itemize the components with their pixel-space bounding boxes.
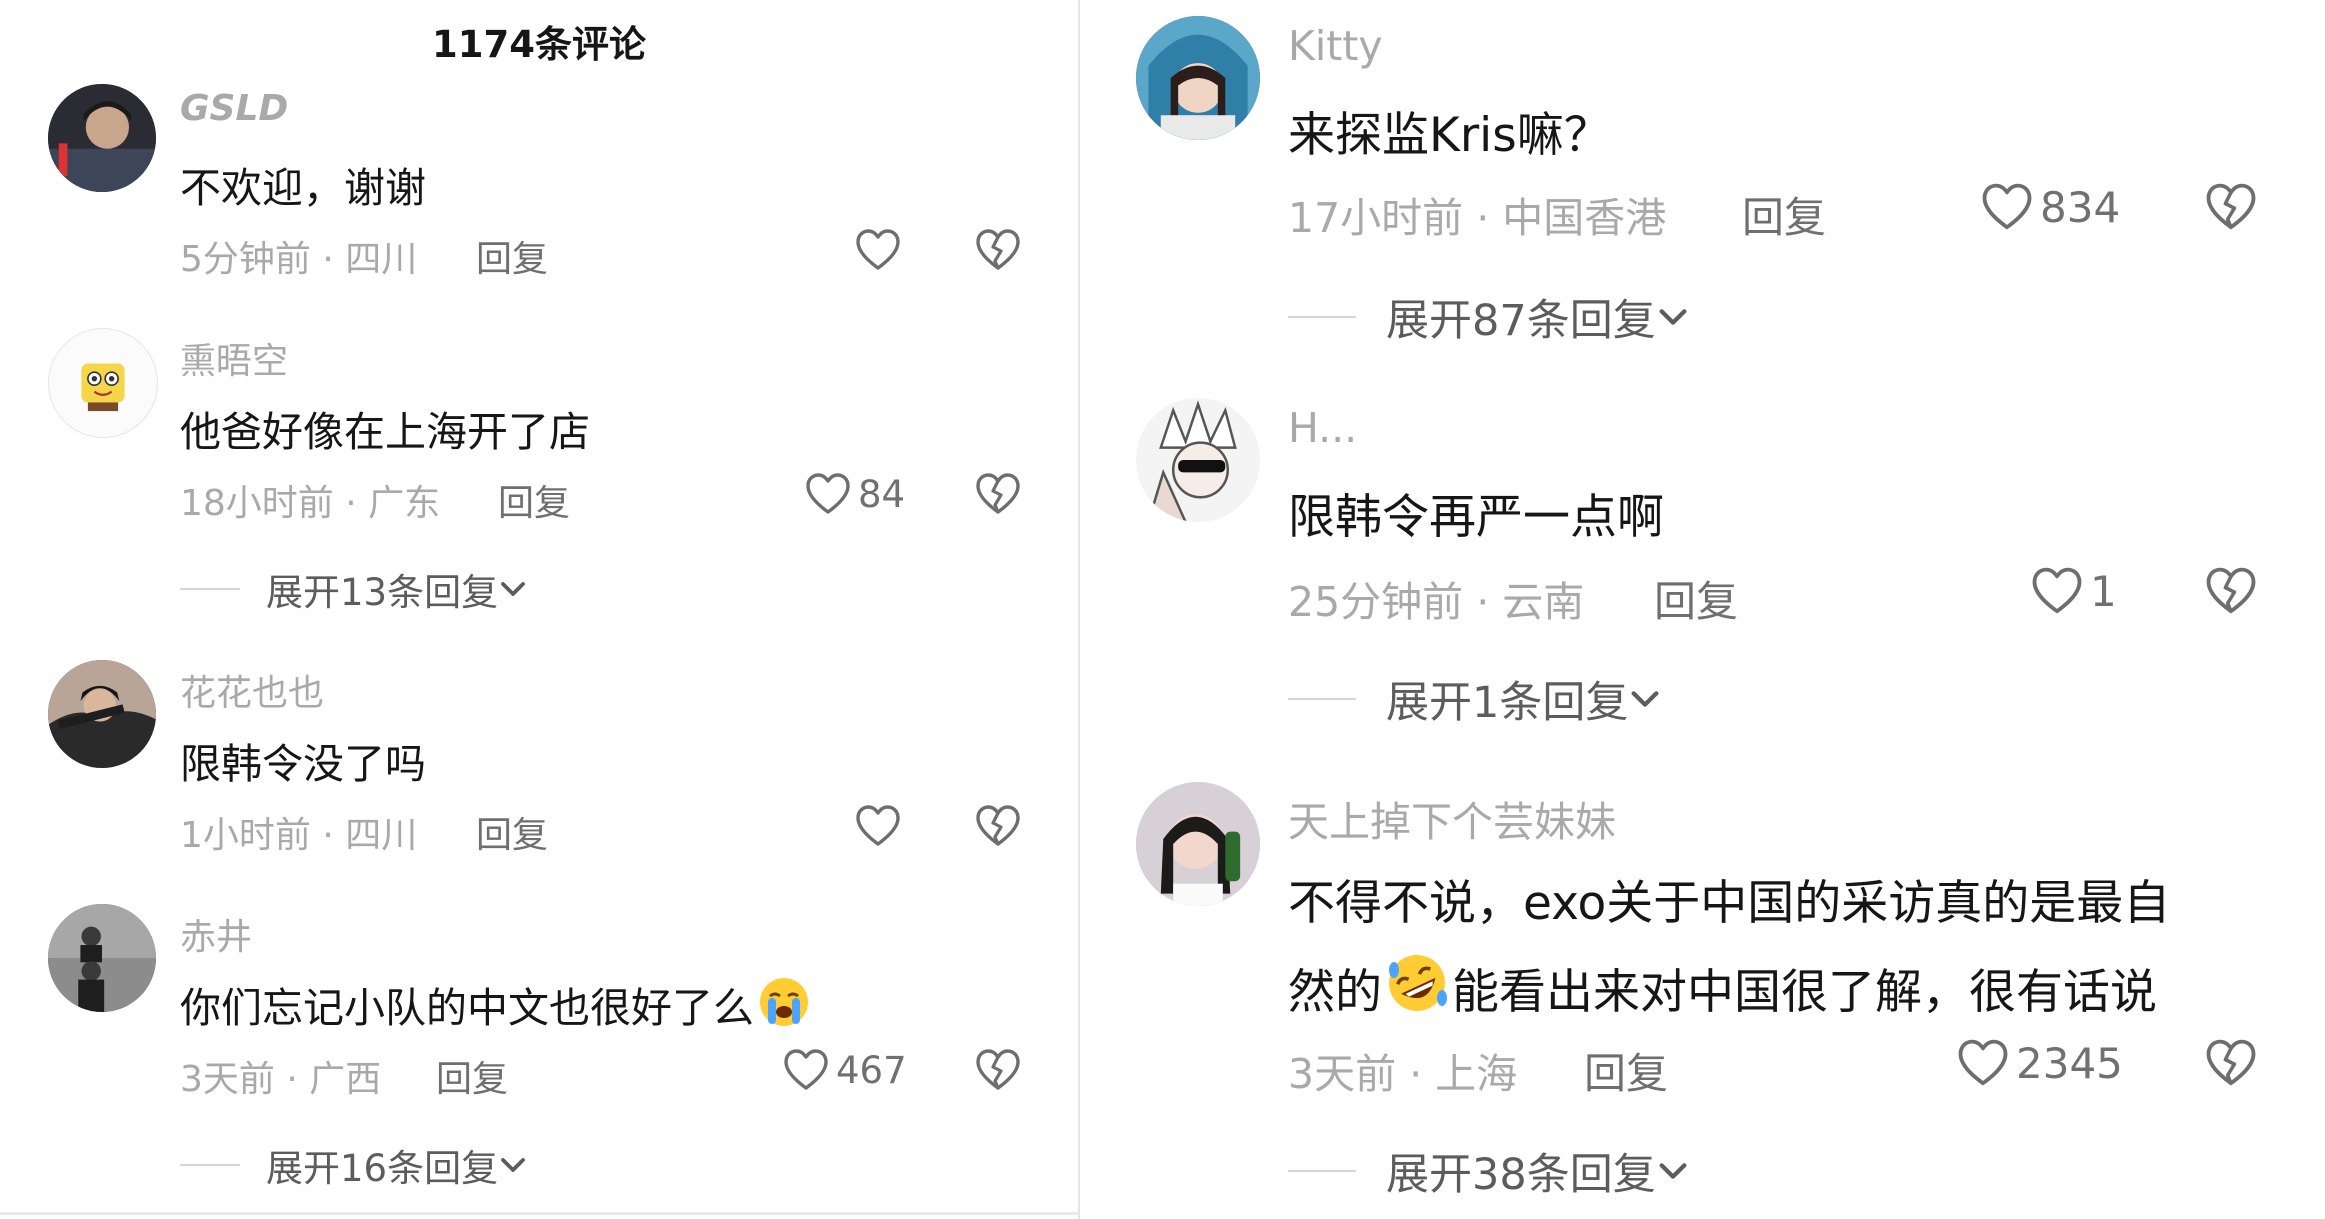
heart-outline-icon [1956,1038,2010,1088]
time-location: 3天前 · 上海 [1288,1050,1518,1098]
reply-button[interactable]: 回复 [476,806,548,858]
expand-replies-label: 展开38条回复 [1386,1150,1656,1200]
username[interactable]: H... [1288,404,1357,452]
expand-replies-button[interactable]: 展开16条回复 [180,1138,528,1192]
broken-heart-icon [2204,1038,2258,1088]
dislike-button[interactable] [2204,566,2258,616]
like-button[interactable] [854,228,902,272]
username[interactable]: 熏晤空 [180,332,288,384]
divider-dash [180,588,240,590]
broken-heart-icon [974,228,1022,272]
comment-count-title: 1174条评论 [432,23,646,66]
like-count: 467 [836,1048,907,1092]
like-button[interactable]: 84 [804,472,905,516]
divider-dash [1288,698,1356,700]
like-button[interactable]: 834 [1980,182,2120,232]
avatar[interactable] [48,904,156,1012]
username[interactable]: Kitty [1288,22,1383,70]
heart-outline-icon [854,228,902,272]
like-button[interactable]: 467 [782,1048,907,1092]
comment-text-line-1: 不得不说，exo关于中国的采访真的是最自 [1288,876,2171,931]
username[interactable]: 天上掉下个芸妹妹 [1288,788,1616,848]
time-location: 17小时前 · 中国香港 [1288,194,1667,242]
broken-heart-icon [2204,182,2258,232]
heart-outline-icon [804,472,852,516]
like-count: 1 [2090,566,2117,616]
expand-replies-label: 展开1条回复 [1386,678,1629,728]
avatar[interactable] [48,84,156,192]
time-location: 1小时前 · 四川 [180,815,418,856]
avatar[interactable] [48,660,156,768]
avatar[interactable] [1136,16,1260,140]
username[interactable]: 赤井 [180,908,252,960]
expand-replies-button[interactable]: 展开13条回复 [180,562,528,616]
expand-replies-label: 展开16条回复 [266,1147,499,1190]
username[interactable]: 花花也也 [180,664,324,716]
chevron-down-icon [498,574,528,604]
comment-text-content: 你们忘记小队的中文也很好了么 [180,984,754,1032]
username[interactable]: GSLD [180,88,288,129]
reply-button[interactable]: 回复 [476,230,548,282]
reply-button[interactable]: 回复 [498,474,570,526]
comment-text-line-2: 然的 能看出来对中国很了解，很有话说 [1288,952,2157,1022]
reply-button[interactable]: 回复 [1654,568,1738,629]
comment-text: 限韩令再严一点啊 [1288,490,1664,545]
heart-outline-icon [1980,182,2034,232]
expand-replies-label: 展开87条回复 [1386,296,1656,346]
expand-replies-button[interactable]: 展开1条回复 [1288,668,1662,730]
dislike-button[interactable] [974,1048,1022,1092]
comment-text: 限韩令没了吗 [180,740,426,788]
broken-heart-icon [974,1048,1022,1092]
dislike-button[interactable] [974,472,1022,516]
avatar[interactable] [1136,398,1260,522]
chevron-down-icon [498,1150,528,1180]
expand-replies-label: 展开13条回复 [266,571,499,614]
time-location: 3天前 · 广西 [180,1059,382,1100]
broken-heart-icon [2204,566,2258,616]
chevron-down-icon [1656,1154,1690,1188]
like-button[interactable]: 1 [2030,566,2117,616]
broken-heart-icon [974,472,1022,516]
like-count: 84 [858,472,906,516]
like-count: 2345 [2016,1038,2123,1088]
expand-replies-button[interactable]: 展开38条回复 [1288,1140,1690,1202]
dislike-button[interactable] [974,804,1022,848]
divider-dash [1288,316,1356,318]
comment-text: 不欢迎，谢谢 [180,164,426,212]
expand-replies-button[interactable]: 展开87条回复 [1288,286,1690,348]
reply-button[interactable]: 回复 [1584,1040,1668,1101]
heart-outline-icon [782,1048,830,1092]
loudly-crying-face-emoji [760,978,808,1026]
divider-dash [180,1164,240,1166]
chevron-down-icon [1656,300,1690,334]
heart-outline-icon [2030,566,2084,616]
reply-button[interactable]: 回复 [1742,184,1826,245]
like-count: 834 [2040,182,2121,232]
comments-panel-right: Kitty 来探监Kris嘛？ 17小时前 · 中国香港 回复 834 展开87… [1080,0,2325,1219]
heart-outline-icon [854,804,902,848]
rolling-on-floor-laughing-emoji [1389,955,1447,1011]
comment-text: 你们忘记小队的中文也很好了么 [180,974,814,1034]
avatar[interactable] [48,328,158,438]
comment-text-part: 能看出来对中国很了解，很有话说 [1452,965,2157,1020]
like-button[interactable]: 2345 [1956,1038,2123,1088]
divider-dash [1288,1170,1356,1172]
chevron-down-icon [1628,682,1662,716]
comment-text: 他爸好像在上海开了店 [180,408,590,456]
bottom-divider [0,1212,1078,1215]
comment-text-part: 然的 [1288,965,1382,1020]
comments-panel-left: 1174条评论 GSLD 不欢迎，谢谢 5分钟前 · 四川 回复 熏晤空 他爸好… [0,0,1078,1219]
like-button[interactable] [854,804,902,848]
broken-heart-icon [974,804,1022,848]
comment-text: 来探监Kris嘛？ [1288,108,1611,163]
dislike-button[interactable] [2204,1038,2258,1088]
time-location: 25分钟前 · 云南 [1288,578,1585,626]
dislike-button[interactable] [974,228,1022,272]
dislike-button[interactable] [2204,182,2258,232]
reply-button[interactable]: 回复 [436,1050,508,1102]
time-location: 18小时前 · 广东 [180,483,441,524]
avatar[interactable] [1136,782,1260,906]
time-location: 5分钟前 · 四川 [180,239,418,280]
